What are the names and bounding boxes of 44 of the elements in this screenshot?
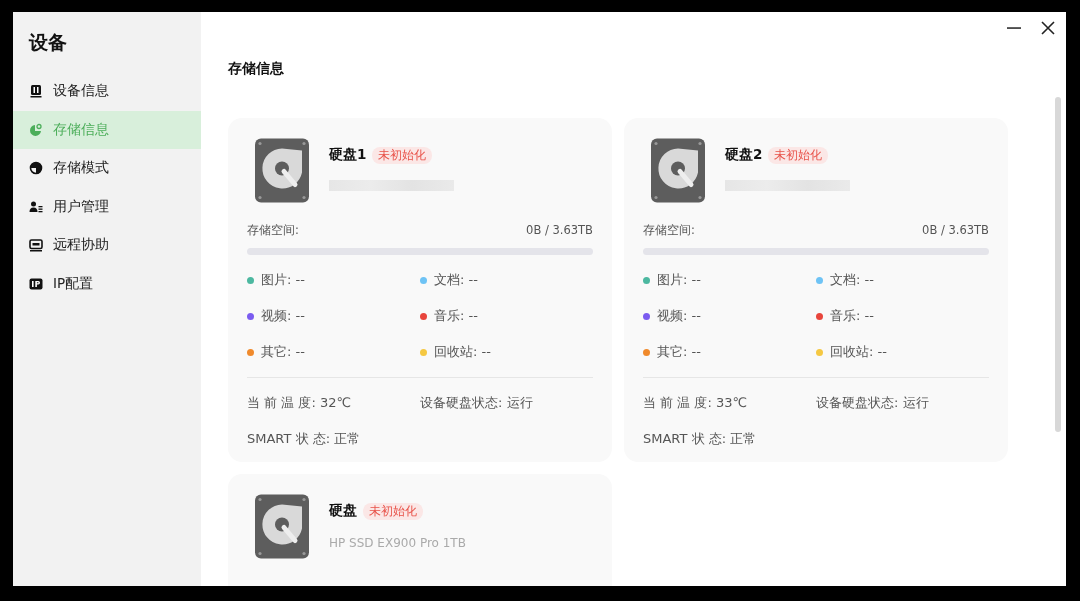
close-icon[interactable]: [1040, 20, 1056, 36]
page-title: 存储信息: [228, 60, 285, 78]
category-label: 其它: --: [657, 343, 701, 361]
pie-chart-icon: [29, 122, 43, 137]
category-label: 图片: --: [261, 271, 305, 289]
category-label: 图片: --: [657, 271, 701, 289]
category-label: 回收站: --: [434, 343, 491, 361]
status-badge: 未初始化: [372, 146, 433, 164]
device-icon: [29, 84, 43, 99]
half-circle-icon: [29, 161, 43, 176]
status-badge: 未初始化: [768, 146, 829, 164]
category-label: 其它: --: [261, 343, 305, 361]
status-text: 设备硬盘状态: 运行: [816, 394, 930, 412]
status-text: 当 前 温 度: 33℃: [643, 394, 749, 412]
sidebar-item[interactable]: 远程协助: [13, 226, 201, 265]
status-text: SMART 状 态: 正常: [643, 430, 758, 448]
sidebar-item[interactable]: 用户管理: [13, 187, 201, 226]
status-text: 当 前 温 度: 32℃: [247, 394, 353, 412]
storage-label: 存储空间:: [247, 223, 299, 238]
scrollbar[interactable]: [1055, 97, 1061, 432]
sidebar-item[interactable]: IP配置: [13, 264, 201, 303]
disk-model: HP SSD EX900 Pro 1TB: [329, 536, 466, 550]
status-badge: 未初始化: [363, 502, 423, 520]
category-label: 音乐: --: [434, 307, 478, 325]
disk-name: 硬盘: [329, 502, 357, 520]
status-text: SMART 状 态: 正常: [247, 430, 362, 448]
disk-name: 硬盘1: [329, 146, 367, 164]
storage-label: 存储空间:: [643, 223, 695, 238]
category-label: 音乐: --: [830, 307, 874, 325]
category-label: 文档: --: [434, 271, 478, 289]
category-label: 回收站: --: [830, 343, 887, 361]
status-text: 设备硬盘状态: 运行: [420, 394, 534, 412]
storage-value: 0B / 3.63TB: [922, 223, 989, 238]
category-label: 视频: --: [261, 307, 305, 325]
storage-value: 0B / 3.63TB: [526, 223, 593, 238]
sidebar-item[interactable]: 设备信息: [13, 72, 201, 111]
sidebar-item[interactable]: 存储模式: [13, 149, 201, 188]
monitor-icon: [29, 238, 43, 253]
ip-icon: [29, 276, 43, 291]
sidebar-title: 设备: [27, 30, 68, 55]
category-label: 视频: --: [657, 307, 701, 325]
disk-name: 硬盘2: [725, 146, 763, 164]
category-label: 文档: --: [830, 271, 874, 289]
user-list-icon: [29, 199, 43, 214]
